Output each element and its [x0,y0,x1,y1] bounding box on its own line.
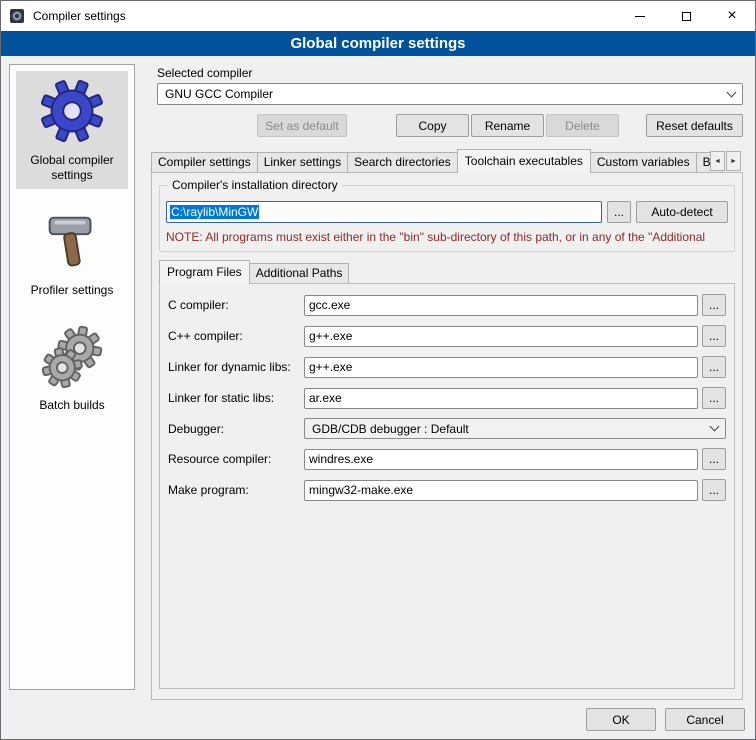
cpp-compiler-input[interactable] [304,326,698,347]
field-row: C++ compiler: ... [168,325,726,347]
dialog-body: Global compiler settings Profiler settin… [1,56,755,739]
field-row: Debugger: GDB/CDB debugger : Default [168,418,726,439]
dynamic-linker-browse-button[interactable]: ... [702,356,726,378]
tab-search-directories[interactable]: Search directories [347,152,458,172]
caption-buttons: × [617,1,755,31]
tab-toolchain-executables[interactable]: Toolchain executables [457,149,591,173]
resource-compiler-input[interactable] [304,449,698,470]
installation-directory-group: Compiler's installation directory C:\ray… [159,185,735,252]
sidebar-item-batch-builds[interactable]: Batch builds [16,316,128,419]
delete-button[interactable]: Delete [546,114,619,137]
sidebar-item-label: Global compiler settings [18,153,126,183]
copy-button[interactable]: Copy [396,114,469,137]
make-program-label: Make program: [168,483,300,497]
sidebar-item-label: Batch builds [18,398,126,413]
c-compiler-input[interactable] [304,295,698,316]
app-icon [9,8,25,24]
make-program-browse-button[interactable]: ... [702,479,726,501]
cpp-compiler-label: C++ compiler: [168,329,300,343]
field-row: Linker for dynamic libs: ... [168,356,726,378]
installation-directory-browse-button[interactable]: ... [607,201,631,223]
compiler-select-value: GNU GCC Compiler [165,87,273,101]
sidebar: Global compiler settings Profiler settin… [9,64,135,690]
tab-scroll-right-button[interactable]: ► [726,151,741,171]
tab-scroll-left-button[interactable]: ◄ [710,151,725,171]
make-program-input[interactable] [304,480,698,501]
subtab-additional-paths[interactable]: Additional Paths [249,263,350,283]
reset-defaults-button[interactable]: Reset defaults [646,114,743,137]
dynamic-linker-input[interactable] [304,357,698,378]
toolchain-executables-panel: Compiler's installation directory C:\ray… [151,172,743,700]
resource-compiler-label: Resource compiler: [168,452,300,466]
minimize-icon [635,16,645,17]
titlebar: Compiler settings × [1,1,755,31]
program-files-subtabs: Program Files Additional Paths [159,260,742,283]
window-title: Compiler settings [33,9,126,23]
selected-compiler-label: Selected compiler [157,66,749,80]
static-linker-browse-button[interactable]: ... [702,387,726,409]
field-row: Resource compiler: ... [168,448,726,470]
installation-directory-group-title: Compiler's installation directory [168,178,342,192]
compiler-actions: Set as default Copy Rename Delete Reset … [157,114,743,137]
installation-directory-value: C:\raylib\MinGW [170,205,259,219]
minimize-button[interactable] [617,1,663,31]
resource-compiler-browse-button[interactable]: ... [702,448,726,470]
subtab-program-files[interactable]: Program Files [159,260,250,284]
note-text: NOTE: All programs must exist either in … [166,230,728,244]
installation-directory-row: C:\raylib\MinGW ... Auto-detect [166,201,728,223]
sidebar-item-profiler-settings[interactable]: Profiler settings [16,201,128,304]
tab-compiler-settings[interactable]: Compiler settings [151,152,258,172]
dynamic-linker-label: Linker for dynamic libs: [168,360,300,374]
field-row: Make program: ... [168,479,726,501]
static-linker-label: Linker for static libs: [168,391,300,405]
debugger-select[interactable]: GDB/CDB debugger : Default [304,418,726,439]
c-compiler-browse-button[interactable]: ... [702,294,726,316]
auto-detect-button[interactable]: Auto-detect [636,201,728,223]
set-as-default-button[interactable]: Set as default [257,114,347,137]
tab-linker-settings[interactable]: Linker settings [257,152,348,172]
installation-directory-input[interactable]: C:\raylib\MinGW [166,201,602,223]
tab-scroll-buttons: ◄ ► [709,151,741,171]
cancel-button[interactable]: Cancel [665,708,745,731]
chevron-down-icon [710,422,720,432]
chevron-down-icon [727,87,737,97]
compiler-select[interactable]: GNU GCC Compiler [157,83,743,105]
maximize-icon [682,12,691,21]
main-panel: Selected compiler GNU GCC Compiler Set a… [147,56,749,739]
tab-custom-variables[interactable]: Custom variables [590,152,697,172]
page-title: Global compiler settings [1,31,755,56]
close-icon: × [727,8,736,24]
cpp-compiler-browse-button[interactable]: ... [702,325,726,347]
compiler-settings-window: Compiler settings × Global compiler sett… [0,0,756,740]
sidebar-item-label: Profiler settings [18,283,126,298]
program-files-panel: C compiler: ... C++ compiler: ... Linker… [159,283,735,689]
gears-icon [37,321,107,391]
debugger-label: Debugger: [168,422,300,436]
field-row: Linker for static libs: ... [168,387,726,409]
debugger-select-value: GDB/CDB debugger : Default [312,422,469,436]
maximize-button[interactable] [663,1,709,31]
hammer-icon [37,206,107,276]
settings-tabstrip: Compiler settings Linker settings Search… [151,150,743,172]
static-linker-input[interactable] [304,388,698,409]
dialog-footer: OK Cancel [586,708,745,731]
rename-button[interactable]: Rename [471,114,544,137]
close-button[interactable]: × [709,1,755,31]
field-row: C compiler: ... [168,294,726,316]
sidebar-item-global-compiler-settings[interactable]: Global compiler settings [16,71,128,189]
ok-button[interactable]: OK [586,708,656,731]
gear-icon [37,76,107,146]
c-compiler-label: C compiler: [168,298,300,312]
